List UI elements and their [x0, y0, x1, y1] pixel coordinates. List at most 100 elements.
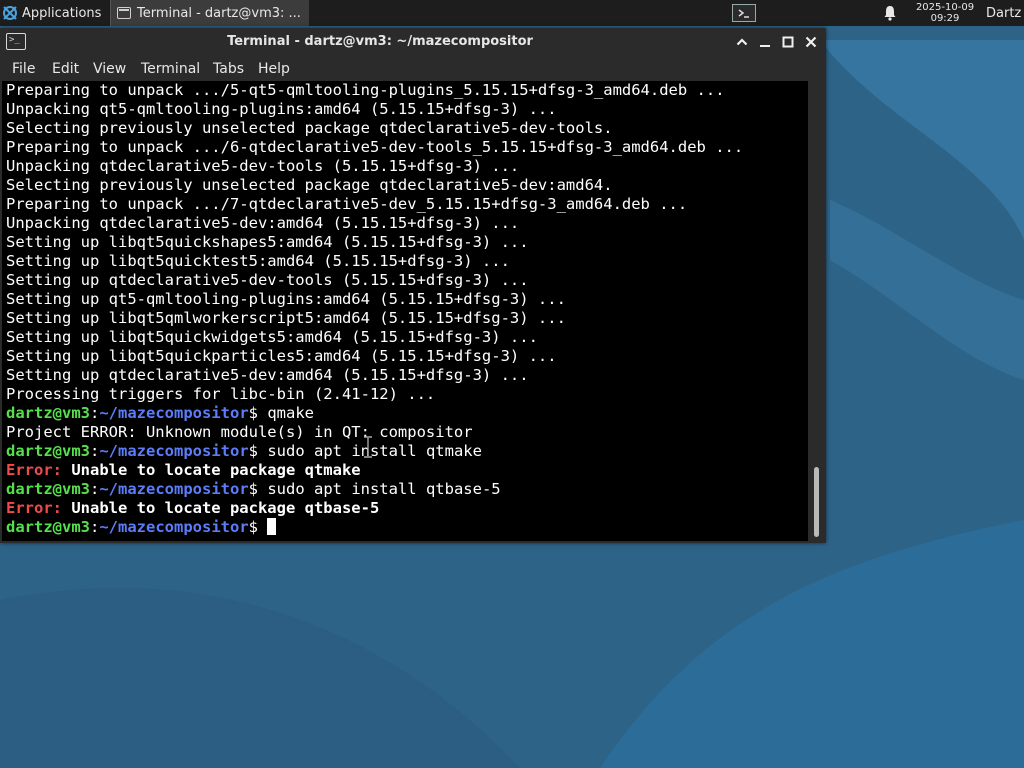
ibeam-cursor-icon [364, 436, 372, 458]
maximize-icon [782, 36, 794, 48]
output-text: Unpacking qt5-qmltooling-plugins:amd64 (… [6, 100, 557, 118]
error-label: Error: [6, 499, 62, 517]
window-title: Terminal - dartz@vm3: ~/mazecompositor [227, 34, 533, 49]
error-message: Unable to locate package qtmake [62, 461, 361, 479]
output-text: Setting up qt5-qmltooling-plugins:amd64 … [6, 290, 566, 308]
terminal-app-icon[interactable]: >_ [6, 33, 26, 50]
output-text: Setting up libqt5qmlworkerscript5:amd64 … [6, 309, 566, 327]
terminal-line: Preparing to unpack .../5-qt5-qmltooling… [6, 81, 806, 100]
terminal-line: Preparing to unpack .../6-qtdeclarative5… [6, 138, 806, 157]
output-text: Selecting previously unselected package … [6, 119, 613, 137]
terminal-line: Unpacking qt5-qmltooling-plugins:amd64 (… [6, 100, 806, 119]
prompt-separator: : [90, 518, 100, 536]
terminal-line: Unpacking qtdeclarative5-dev:amd64 (5.15… [6, 214, 806, 233]
output-text: Unpacking qtdeclarative5-dev-tools (5.15… [6, 157, 520, 175]
terminal-prompt-icon [738, 9, 749, 18]
terminal-cursor [267, 518, 277, 535]
panel-clock[interactable]: 2025-10-09 09:29 [906, 0, 984, 26]
applications-menu-button[interactable]: Applications [2, 0, 110, 26]
xfce-logo-icon [3, 6, 17, 20]
terminal-line: Preparing to unpack .../7-qtdeclarative5… [6, 195, 806, 214]
clock-time: 09:29 [930, 13, 960, 24]
menu-view[interactable]: View [93, 56, 126, 80]
terminal-output-area[interactable]: Preparing to unpack .../5-qt5-qmltooling… [2, 81, 808, 541]
taskbar-item-label: Terminal - dartz@vm3: ... [137, 5, 301, 21]
prompt-symbol: $ [248, 404, 268, 422]
prompt-user: dartz@vm3 [6, 518, 90, 536]
error-label: Error: [6, 461, 62, 479]
output-text: Preparing to unpack .../5-qt5-qmltooling… [6, 81, 725, 99]
notification-bell-button[interactable] [880, 0, 900, 26]
command-text: sudo apt install qtbase-5 [267, 480, 501, 498]
terminal-scrollbar[interactable] [809, 81, 824, 541]
terminal-line: Setting up qtdeclarative5-dev:amd64 (5.1… [6, 366, 806, 385]
terminal-line: dartz@vm3:~/mazecompositor$ [6, 518, 806, 537]
maximize-button[interactable] [778, 32, 798, 52]
terminal-line: Error: Unable to locate package qtmake [6, 461, 806, 480]
terminal-output: Preparing to unpack .../5-qt5-qmltooling… [6, 81, 806, 537]
prompt-path: ~/mazecompositor [99, 518, 249, 536]
prompt-user: dartz@vm3 [6, 480, 90, 498]
prompt-separator: : [90, 480, 100, 498]
close-icon [805, 36, 817, 48]
terminal-line: dartz@vm3:~/mazecompositor$ sudo apt ins… [6, 480, 806, 499]
prompt-symbol: $ [248, 518, 268, 536]
prompt-user: dartz@vm3 [6, 404, 90, 422]
prompt-separator: : [90, 404, 100, 422]
menu-file[interactable]: File [12, 56, 35, 80]
minimize-icon [760, 45, 770, 47]
workspace-switcher[interactable] [730, 0, 758, 26]
terminal-line: Setting up qtdeclarative5-dev-tools (5.1… [6, 271, 806, 290]
output-text: Processing triggers for libc-bin (2.41-1… [6, 385, 436, 403]
output-text: Setting up libqt5quickparticles5:amd64 (… [6, 347, 557, 365]
output-text: Preparing to unpack .../6-qtdeclarative5… [6, 138, 744, 156]
prompt-user: dartz@vm3 [6, 442, 90, 460]
menu-edit[interactable]: Edit [52, 56, 79, 80]
close-button[interactable] [801, 32, 821, 52]
chevron-up-icon [736, 38, 748, 46]
terminal-line: Project ERROR: Unknown module(s) in QT: … [6, 423, 806, 442]
output-text: Preparing to unpack .../7-qtdeclarative5… [6, 195, 688, 213]
minimize-button[interactable] [755, 32, 775, 52]
terminal-line: Unpacking qtdeclarative5-dev-tools (5.15… [6, 157, 806, 176]
menu-help[interactable]: Help [258, 56, 290, 80]
terminal-line: Setting up qt5-qmltooling-plugins:amd64 … [6, 290, 806, 309]
prompt-path: ~/mazecompositor [99, 404, 249, 422]
terminal-line: Setting up libqt5quickparticles5:amd64 (… [6, 347, 806, 366]
output-text: Unpacking qtdeclarative5-dev:amd64 (5.15… [6, 214, 520, 232]
output-text: Setting up libqt5quickwidgets5:amd64 (5.… [6, 328, 538, 346]
user-menu-button[interactable]: Dartz [986, 0, 1024, 26]
window-titlebar[interactable]: >_ Terminal - dartz@vm3: ~/mazecomposito… [0, 28, 826, 56]
command-text: qmake [267, 404, 314, 422]
prompt-path: ~/mazecompositor [99, 480, 249, 498]
terminal-line: Setting up libqt5quicktest5:amd64 (5.15.… [6, 252, 806, 271]
workspace-1[interactable] [732, 4, 756, 22]
output-text: Project ERROR: Unknown module(s) in QT: … [6, 423, 473, 441]
prompt-path: ~/mazecompositor [99, 442, 249, 460]
taskbar-item-terminal[interactable]: Terminal - dartz@vm3: ... [110, 0, 309, 26]
bell-icon [884, 6, 896, 21]
terminal-line: Setting up libqt5quickwidgets5:amd64 (5.… [6, 328, 806, 347]
terminal-window-icon [117, 7, 131, 19]
prompt-symbol: $ [248, 480, 268, 498]
prompt-separator: : [90, 442, 100, 460]
menu-tabs[interactable]: Tabs [213, 56, 244, 80]
output-text: Setting up qtdeclarative5-dev:amd64 (5.1… [6, 366, 529, 384]
terminal-line: Selecting previously unselected package … [6, 176, 806, 195]
terminal-line: Selecting previously unselected package … [6, 119, 806, 138]
scrollbar-thumb[interactable] [814, 467, 819, 537]
applications-label: Applications [22, 5, 102, 21]
output-text: Setting up libqt5quickshapes5:amd64 (5.1… [6, 233, 529, 251]
command-text: sudo apt install qtmake [267, 442, 482, 460]
terminal-line: Setting up libqt5quickshapes5:amd64 (5.1… [6, 233, 806, 252]
terminal-line: Setting up libqt5qmlworkerscript5:amd64 … [6, 309, 806, 328]
terminal-line: dartz@vm3:~/mazecompositor$ sudo apt ins… [6, 442, 806, 461]
terminal-line: Processing triggers for libc-bin (2.41-1… [6, 385, 806, 404]
error-message: Unable to locate package qtbase-5 [62, 499, 380, 517]
output-text: Setting up qtdeclarative5-dev-tools (5.1… [6, 271, 529, 289]
terminal-line: dartz@vm3:~/mazecompositor$ qmake [6, 404, 806, 423]
menu-terminal[interactable]: Terminal [141, 56, 200, 80]
top-panel: Applications Terminal - dartz@vm3: ... 2… [0, 0, 1024, 26]
shade-button[interactable] [732, 32, 752, 52]
terminal-window: >_ Terminal - dartz@vm3: ~/mazecomposito… [0, 28, 826, 543]
